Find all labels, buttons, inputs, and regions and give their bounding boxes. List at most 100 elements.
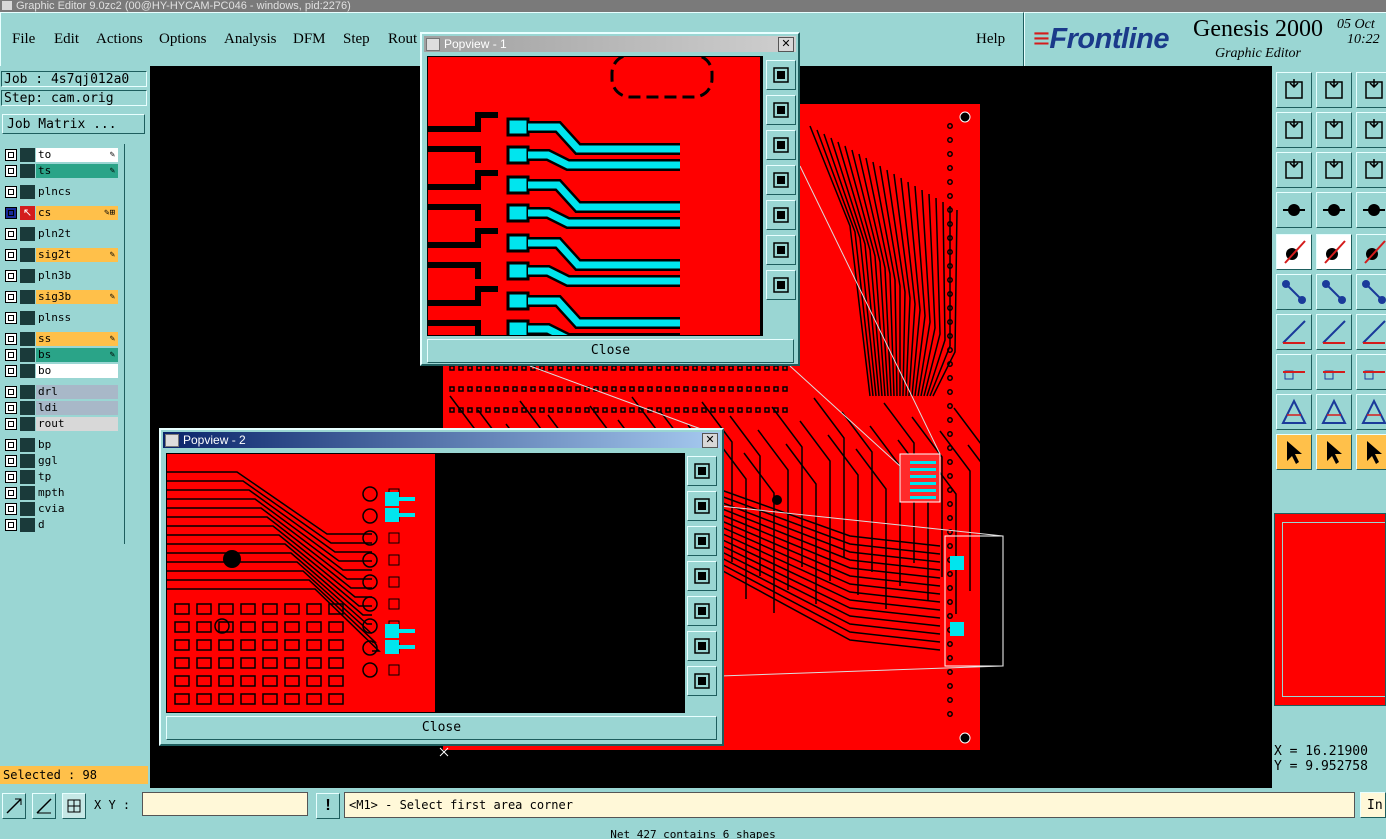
layer-affected-indicator[interactable]	[20, 311, 35, 325]
page-up-icon[interactable]	[766, 95, 796, 125]
layer-affected-indicator[interactable]	[20, 185, 35, 199]
layer-name[interactable]: pln3b	[36, 269, 118, 283]
layer-row-cs[interactable]: ↖ cs ✎⊞	[3, 206, 119, 220]
layer-affected-indicator[interactable]	[20, 148, 35, 162]
right-icon[interactable]	[1316, 112, 1352, 148]
layer-checkbox[interactable]	[5, 291, 17, 303]
triangle-wide-icon[interactable]	[1356, 394, 1386, 430]
work-layer-arrow-icon[interactable]: ↖	[20, 206, 35, 220]
layer-checkbox[interactable]	[5, 455, 17, 467]
layer-affected-indicator[interactable]	[20, 164, 35, 178]
layer-checkbox[interactable]	[5, 249, 17, 261]
popview-2-close-icon[interactable]: ✕	[702, 433, 718, 448]
triangle-up-icon[interactable]	[1316, 394, 1352, 430]
page-up-icon[interactable]	[687, 491, 717, 521]
layer-row-bs[interactable]: bs ✎	[3, 348, 119, 362]
menu-help[interactable]: Help	[976, 31, 1005, 48]
layer-row-cvia[interactable]: cvia	[3, 502, 119, 516]
layer-affected-indicator[interactable]	[20, 518, 35, 532]
layer-affected-indicator[interactable]	[20, 385, 35, 399]
home-icon[interactable]	[1276, 72, 1312, 108]
layer-checkbox[interactable]	[5, 471, 17, 483]
layer-checkbox[interactable]	[5, 165, 17, 177]
layer-affected-indicator[interactable]	[20, 454, 35, 468]
page-down-icon[interactable]	[766, 130, 796, 160]
segment-icon[interactable]	[1316, 354, 1352, 390]
layer-name[interactable]: bo	[36, 364, 118, 378]
layer-checkbox[interactable]	[5, 186, 17, 198]
ruler-icon[interactable]	[1356, 234, 1386, 270]
layer-row-ldi[interactable]: ldi	[3, 401, 119, 415]
arc-icon[interactable]	[1356, 274, 1386, 310]
layer-name[interactable]: plncs	[36, 185, 118, 199]
layer-affected-indicator[interactable]	[20, 364, 35, 378]
pad-icon[interactable]	[1276, 234, 1312, 270]
layer-row-sig2t[interactable]: sig2t ✎	[3, 248, 119, 262]
down-icon[interactable]	[1316, 72, 1352, 108]
layer-checkbox[interactable]	[5, 149, 17, 161]
layer-name[interactable]: to ✎	[36, 148, 118, 162]
layer-name[interactable]: sig2t ✎	[36, 248, 118, 262]
layer-name[interactable]: pln2t	[36, 227, 118, 241]
zoom-home-icon[interactable]	[766, 270, 796, 300]
page-right-icon[interactable]	[687, 596, 717, 626]
layer-name[interactable]: mpth	[36, 486, 118, 500]
layer-affected-indicator[interactable]	[20, 248, 35, 262]
popview-1-close-icon[interactable]: ✕	[778, 37, 794, 52]
pin-icon[interactable]	[1316, 192, 1352, 228]
popview-1-viewport[interactable]	[427, 56, 763, 336]
layer-row-pln3b[interactable]: pln3b	[3, 269, 119, 283]
layer-checkbox[interactable]	[5, 519, 17, 531]
layer-row-drl[interactable]: drl	[3, 385, 119, 399]
layer-row-mpth[interactable]: mpth	[3, 486, 119, 500]
zoom-fit-icon[interactable]	[1316, 152, 1352, 188]
layer-row-ss[interactable]: ss ✎	[3, 332, 119, 346]
snap-icon[interactable]	[1276, 192, 1312, 228]
rotate-icon[interactable]	[1356, 112, 1386, 148]
popview-2-viewport[interactable]	[166, 453, 685, 713]
layer-row-plncs[interactable]: plncs	[3, 185, 119, 199]
layer-checkbox[interactable]	[5, 270, 17, 282]
measure-icon[interactable]	[32, 793, 56, 819]
layer-affected-indicator[interactable]	[20, 470, 35, 484]
menu-actions[interactable]: Actions	[96, 31, 143, 48]
menu-edit[interactable]: Edit	[54, 31, 79, 48]
angle-icon[interactable]	[1276, 314, 1312, 350]
layer-checkbox[interactable]	[5, 228, 17, 240]
layer-name[interactable]: d	[36, 518, 118, 532]
layer-row-sig3b[interactable]: sig3b ✎	[3, 290, 119, 304]
layer-checkbox[interactable]	[5, 349, 17, 361]
page-left-icon[interactable]	[687, 561, 717, 591]
select-icon[interactable]	[1276, 434, 1312, 470]
menu-step[interactable]: Step	[343, 31, 370, 48]
zoom-box-icon[interactable]	[687, 456, 717, 486]
layer-name[interactable]: cvia	[36, 502, 118, 516]
layer-affected-indicator[interactable]	[20, 486, 35, 500]
layer-checkbox[interactable]	[5, 312, 17, 324]
alert-icon[interactable]: !	[316, 793, 340, 819]
layer-name[interactable]: bp	[36, 438, 118, 452]
layer-name[interactable]: sig3b ✎	[36, 290, 118, 304]
info-button[interactable]: In	[1360, 792, 1386, 818]
menu-dfm[interactable]: DFM	[293, 31, 326, 48]
layer-name[interactable]: plnss	[36, 311, 118, 325]
popview-2-titlebar[interactable]: Popview - 2	[163, 432, 720, 448]
layer-row-pln2t[interactable]: pln2t	[3, 227, 119, 241]
zoom-area-icon[interactable]	[2, 793, 26, 819]
menu-analysis[interactable]: Analysis	[224, 31, 277, 48]
layer-name[interactable]: bs ✎	[36, 348, 118, 362]
page-right-icon[interactable]	[766, 200, 796, 230]
layer-checkbox[interactable]	[5, 402, 17, 414]
layer-row-to[interactable]: to ✎	[3, 148, 119, 162]
grid-snap-icon[interactable]	[62, 793, 86, 819]
layer-row-ts[interactable]: ts ✎	[3, 164, 119, 178]
layer-name[interactable]: drl	[36, 385, 118, 399]
popview-2-window[interactable]: Popview - 2 ✕ Close	[159, 428, 724, 746]
zoom-box-icon[interactable]	[766, 60, 796, 90]
job-matrix-button[interactable]: Job Matrix ...	[2, 114, 145, 134]
net-icon[interactable]	[1356, 192, 1386, 228]
pad-select-icon[interactable]	[1276, 354, 1312, 390]
layer-affected-indicator[interactable]	[20, 227, 35, 241]
layer-checkbox[interactable]	[5, 487, 17, 499]
layer-name[interactable]: ggl	[36, 454, 118, 468]
